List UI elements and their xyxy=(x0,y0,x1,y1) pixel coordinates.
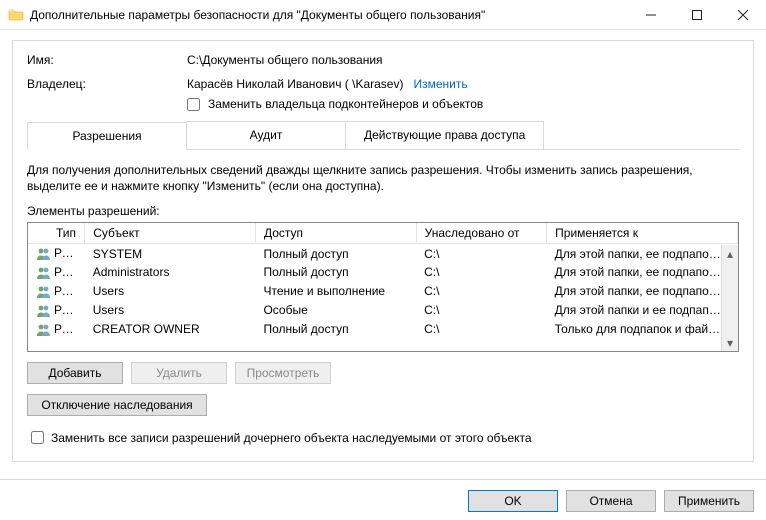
table-row[interactable]: Разр…AdministratorsПолный доступC:\Для э… xyxy=(28,263,738,282)
principal-icon xyxy=(36,304,52,318)
table-row[interactable]: Разр…UsersЧтение и выполнениеC:\Для этой… xyxy=(28,282,738,301)
tab-audit[interactable]: Аудит xyxy=(186,121,346,149)
close-button[interactable] xyxy=(720,0,766,30)
principal-icon xyxy=(36,266,52,280)
dialog-buttons: OK Отмена Применить xyxy=(468,490,754,512)
titlebar: Дополнительные параметры безопасности дл… xyxy=(0,0,766,30)
col-access[interactable]: Доступ xyxy=(255,223,416,244)
name-label: Имя: xyxy=(27,53,187,67)
owner-label: Владелец: xyxy=(27,77,187,91)
replace-all-label: Заменить все записи разрешений дочернего… xyxy=(51,431,532,445)
col-inherited[interactable]: Унаследовано от xyxy=(416,223,547,244)
table-row[interactable]: Разр…UsersОсобыеC:\Для этой папки и ее п… xyxy=(28,301,738,320)
replace-owner-label: Заменить владельца подконтейнеров и объе… xyxy=(208,97,483,111)
maximize-button[interactable] xyxy=(674,0,720,30)
tabs: Разрешения Аудит Действующие права досту… xyxy=(27,121,739,150)
window-title: Дополнительные параметры безопасности дл… xyxy=(30,8,628,22)
window-controls xyxy=(628,0,766,30)
table-row[interactable]: Разр…SYSTEMПолный доступC:\Для этой папк… xyxy=(28,244,738,263)
description-text: Для получения дополнительных сведений дв… xyxy=(27,162,739,194)
replace-owner-checkbox[interactable] xyxy=(187,98,200,111)
folder-icon xyxy=(8,7,24,23)
owner-value: Карасёв Николай Иванович ( \Karasev) xyxy=(187,77,403,91)
col-applies[interactable]: Применяется к xyxy=(547,223,738,244)
scroll-up-icon[interactable]: ▴ xyxy=(722,245,738,262)
view-button: Просмотреть xyxy=(235,362,331,384)
col-type[interactable]: Тип xyxy=(28,223,85,244)
cancel-button[interactable]: Отмена xyxy=(566,490,656,512)
tab-effective[interactable]: Действующие права доступа xyxy=(345,121,544,149)
apply-button[interactable]: Применить xyxy=(664,490,754,512)
entries-label: Элементы разрешений: xyxy=(27,204,739,218)
change-owner-link[interactable]: Изменить xyxy=(413,77,467,91)
scrollbar[interactable]: ▴ ▾ xyxy=(721,245,738,351)
col-subject[interactable]: Субъект xyxy=(85,223,256,244)
remove-button: Удалить xyxy=(131,362,227,384)
table-row[interactable]: Разр…CREATOR OWNERПолный доступC:\Только… xyxy=(28,320,738,339)
principal-icon xyxy=(36,323,52,337)
ok-button[interactable]: OK xyxy=(468,490,558,512)
add-button[interactable]: Добавить xyxy=(27,362,123,384)
principal-icon xyxy=(36,285,52,299)
permissions-table[interactable]: Тип Субъект Доступ Унаследовано от Приме… xyxy=(27,222,739,352)
principal-icon xyxy=(36,247,52,261)
content-frame: Имя: C:\Документы общего пользования Вла… xyxy=(12,40,754,462)
replace-all-checkbox[interactable] xyxy=(31,431,44,444)
minimize-button[interactable] xyxy=(628,0,674,30)
scroll-down-icon[interactable]: ▾ xyxy=(722,334,738,351)
disable-inheritance-button[interactable]: Отключение наследования xyxy=(27,394,207,416)
tab-permissions[interactable]: Разрешения xyxy=(27,122,187,150)
name-value: C:\Документы общего пользования xyxy=(187,53,739,67)
